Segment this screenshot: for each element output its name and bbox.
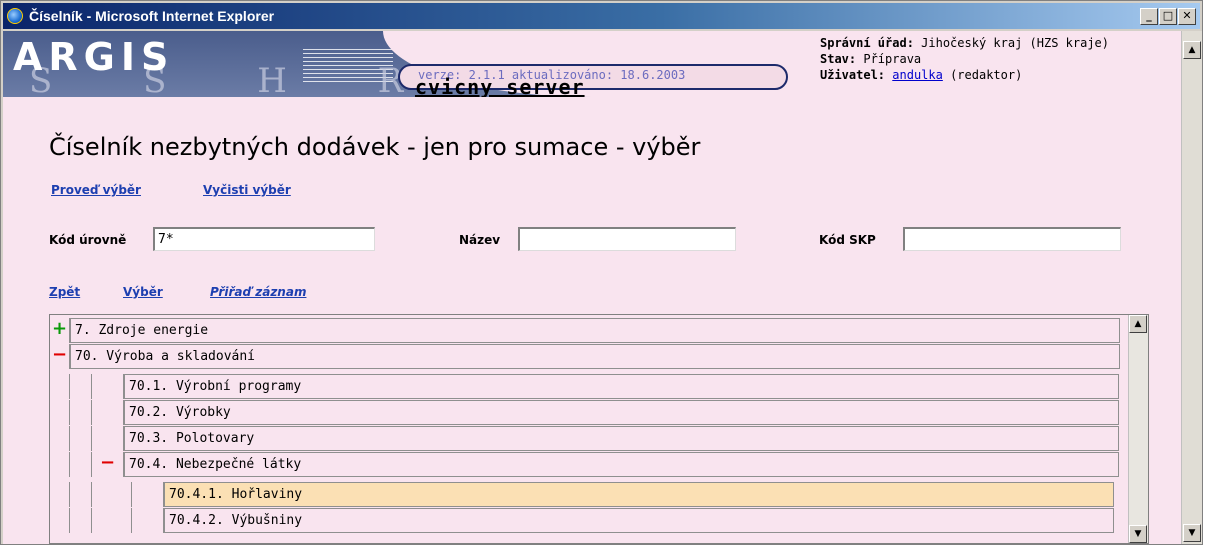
tree-item-label[interactable]: 70. Výroba a skladování (70, 344, 1120, 369)
user-link[interactable]: andulka (892, 68, 943, 82)
tree-spacer (92, 374, 124, 399)
tree-item-label-selected[interactable]: 70.4.1. Hořlaviny (164, 482, 1114, 507)
window-title: Číselník - Microsoft Internet Explorer (29, 8, 275, 24)
user-label: Uživatel: (820, 68, 886, 82)
scroll-down-icon[interactable]: ▼ (1183, 524, 1201, 542)
skp-code-label: Kód SKP (819, 233, 876, 247)
level-code-label: Kód úrovně (49, 233, 127, 247)
state-value: Příprava (863, 52, 922, 66)
tree-row: 70.2. Výrobky (50, 400, 1128, 426)
minimize-button[interactable]: _ (1140, 8, 1158, 25)
category-tree: + 7. Zdroje energie − 70. Výroba a sklad… (49, 314, 1149, 544)
close-button[interactable]: ✕ (1178, 8, 1196, 25)
argis-logo: ARGIS (13, 35, 175, 79)
skp-code-input[interactable] (903, 227, 1121, 251)
maximize-button[interactable]: □ (1159, 8, 1177, 25)
assign-record-link[interactable]: Přiřaď záznam (210, 285, 306, 299)
page-content: S S H R ARGIS verze: 2.1.1 aktualizováno… (3, 31, 1181, 544)
expand-icon[interactable]: + (50, 318, 70, 343)
page-title: Číselník nezbytných dodávek - jen pro su… (49, 133, 701, 161)
tree-spacer (132, 482, 164, 507)
tree-scrollbar[interactable]: ▲ ▼ (1128, 315, 1148, 543)
select-link[interactable]: Výběr (123, 285, 163, 299)
tree-row: 70.4.1. Hořlaviny (50, 482, 1128, 508)
tree-item-label[interactable]: 70.4. Nebezpečné látky (124, 452, 1119, 477)
scroll-down-icon[interactable]: ▼ (1129, 525, 1147, 543)
back-link[interactable]: Zpět (49, 285, 80, 299)
page-scrollbar[interactable]: ▲ ▼ (1181, 31, 1202, 544)
tree-item-label[interactable]: 7. Zdroje energie (70, 318, 1120, 343)
tree-row: − 70. Výroba a skladování (50, 344, 1128, 370)
clear-select-link[interactable]: Vyčisti výběr (203, 183, 291, 197)
office-label: Správní úřad: (820, 36, 914, 50)
tree-spacer (92, 426, 124, 451)
name-label: Název (459, 233, 501, 247)
name-input[interactable] (518, 227, 736, 251)
state-label: Stav: (820, 52, 857, 66)
tree-item-label[interactable]: 70.1. Výrobní programy (124, 374, 1119, 399)
tree-row: 70.3. Polotovary (50, 426, 1128, 452)
level-code-input[interactable] (153, 227, 375, 251)
server-name: cvicny server (415, 75, 585, 97)
tree-row: + 7. Zdroje energie (50, 318, 1128, 344)
tree-item-label[interactable]: 70.2. Výrobky (124, 400, 1119, 425)
user-info: Správní úřad: Jihočeský kraj (HZS kraje)… (820, 35, 1109, 83)
tree-row: 70.1. Výrobní programy (50, 374, 1128, 400)
collapse-icon[interactable]: − (92, 452, 124, 477)
tree-spacer (132, 508, 164, 533)
office-value: Jihočeský kraj (HZS kraje) (921, 36, 1109, 50)
tree-item-label[interactable]: 70.4.2. Výbušniny (164, 508, 1114, 533)
tree-item-label[interactable]: 70.3. Polotovary (124, 426, 1119, 451)
browser-window: Číselník - Microsoft Internet Explorer _… (0, 0, 1203, 545)
collapse-icon[interactable]: − (50, 344, 70, 369)
tree-spacer (92, 400, 124, 425)
scroll-up-icon[interactable]: ▲ (1129, 315, 1147, 333)
do-select-link[interactable]: Proveď výběr (51, 183, 141, 197)
tree-row: − 70.4. Nebezpečné látky (50, 452, 1128, 478)
scroll-up-icon[interactable]: ▲ (1183, 41, 1201, 59)
header-banner: S S H R ARGIS verze: 2.1.1 aktualizováno… (3, 31, 813, 97)
user-role: (redaktor) (950, 68, 1023, 82)
tree-row: 70.4.2. Výbušniny (50, 508, 1128, 534)
title-bar: Číselník - Microsoft Internet Explorer _… (3, 3, 1200, 29)
ie-icon (7, 8, 23, 24)
